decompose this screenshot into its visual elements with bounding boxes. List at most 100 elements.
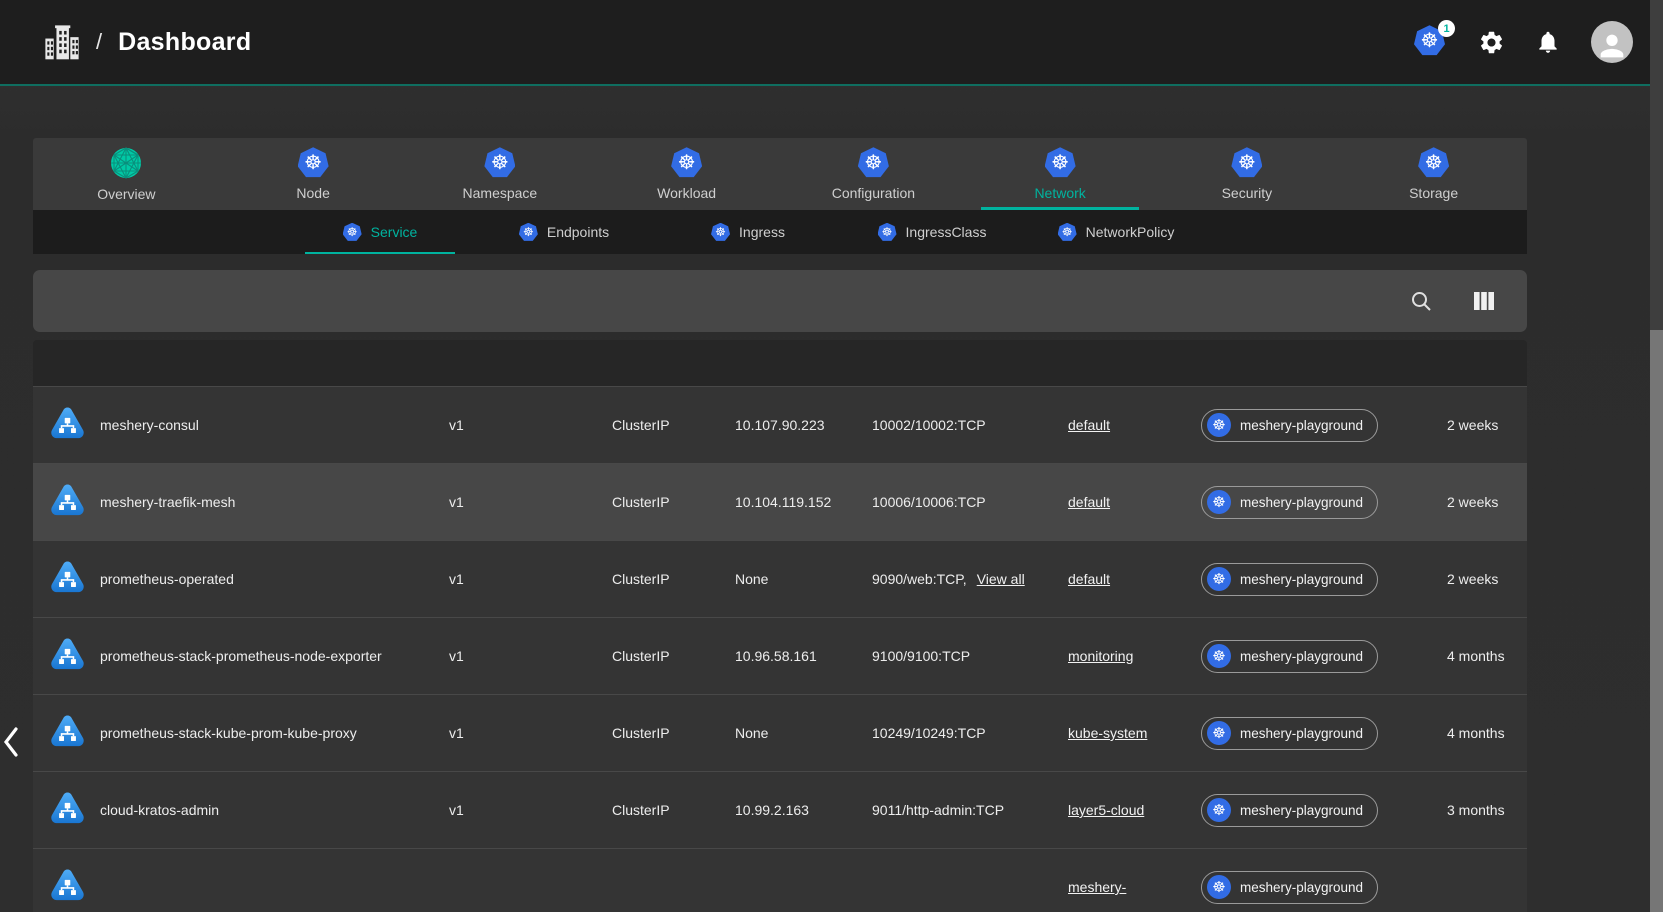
cluster-cell: ☸ meshery-playground bbox=[1185, 563, 1431, 596]
ports-cell: 9100/9100:TCP bbox=[856, 648, 1052, 664]
service-icon bbox=[49, 483, 86, 522]
bell-icon[interactable] bbox=[1535, 29, 1561, 55]
ports-cell: 10006/10006:TCP bbox=[856, 494, 1052, 510]
cluster-chip-label: meshery-playground bbox=[1240, 572, 1363, 587]
kubernetes-icon: ☸ bbox=[484, 147, 515, 178]
namespace-cell: layer5-cloud bbox=[1052, 802, 1185, 818]
resource-tab-security[interactable]: ☸ Security bbox=[1154, 138, 1341, 210]
resource-tab-namespace[interactable]: ☸ Namespace bbox=[407, 138, 594, 210]
organization-building-icon[interactable] bbox=[44, 23, 80, 61]
name-cell: meshery-traefik-mesh bbox=[33, 483, 433, 522]
cluster-chip-label: meshery-playground bbox=[1240, 495, 1363, 510]
resource-tab-network[interactable]: ☸ Network bbox=[967, 138, 1154, 210]
table-row[interactable]: cloud-kratos-admin v1 ClusterIP 10.99.2.… bbox=[33, 771, 1527, 848]
avatar[interactable] bbox=[1591, 21, 1633, 63]
ports-value: 10249/10249:TCP bbox=[872, 725, 986, 741]
network-subtab-service[interactable]: ☸ Service bbox=[288, 210, 472, 254]
cluster-ip-cell: 10.99.2.163 bbox=[719, 802, 856, 818]
namespace-link[interactable]: default bbox=[1068, 571, 1110, 587]
network-subtab-label: IngressClass bbox=[906, 224, 987, 240]
cluster-chip[interactable]: ☸ meshery-playground bbox=[1201, 871, 1378, 904]
name-cell: prometheus-stack-kube-prom-kube-proxy bbox=[33, 714, 433, 753]
resource-tabs-card: ☸ Overview ☸ Node bbox=[33, 138, 1527, 254]
resource-tab-overview[interactable]: ☸ Overview bbox=[33, 138, 220, 210]
namespace-link[interactable]: monitoring bbox=[1068, 648, 1133, 664]
scrollbar-thumb[interactable] bbox=[1650, 330, 1663, 912]
kubernetes-icon: ☸ bbox=[858, 147, 889, 178]
gear-icon[interactable] bbox=[1478, 29, 1505, 56]
cluster-cell: ☸ meshery-playground bbox=[1185, 486, 1431, 519]
meshery-overview-icon bbox=[110, 147, 142, 179]
chevron-left-icon[interactable] bbox=[3, 726, 20, 763]
ports-value: 10002/10002:TCP bbox=[872, 417, 986, 433]
app-bar: / Dashboard ☸ 1 bbox=[0, 0, 1663, 86]
network-subtab-networkpolicy[interactable]: ☸ NetworkPolicy bbox=[1024, 210, 1208, 254]
service-icon bbox=[49, 714, 86, 753]
kubernetes-icon: ☸ bbox=[671, 147, 702, 178]
cluster-ip-cell: 10.107.90.223 bbox=[719, 417, 856, 433]
age-cell: 2 weeks bbox=[1431, 494, 1527, 510]
page-title: Dashboard bbox=[118, 28, 251, 57]
cluster-chip[interactable]: ☸ meshery-playground bbox=[1201, 409, 1378, 442]
table-row[interactable]: meshery- ☸ meshery-playground bbox=[33, 848, 1527, 912]
namespace-link[interactable]: layer5-cloud bbox=[1068, 802, 1144, 818]
namespace-link[interactable]: default bbox=[1068, 494, 1110, 510]
service-icon bbox=[49, 560, 86, 599]
cluster-chip[interactable]: ☸ meshery-playground bbox=[1201, 486, 1378, 519]
namespace-cell: default bbox=[1052, 494, 1185, 510]
resource-tab-workload[interactable]: ☸ Workload bbox=[593, 138, 780, 210]
namespace-link[interactable]: meshery- bbox=[1068, 879, 1126, 895]
cluster-chip[interactable]: ☸ meshery-playground bbox=[1201, 563, 1378, 596]
network-subtab-label: Endpoints bbox=[547, 224, 609, 240]
resource-tab-label: Overview bbox=[97, 186, 155, 202]
resource-tab-node[interactable]: ☸ Node bbox=[220, 138, 407, 210]
resource-tab-storage[interactable]: ☸ Storage bbox=[1340, 138, 1527, 210]
table-row[interactable]: prometheus-operated v1 ClusterIP None 90… bbox=[33, 540, 1527, 617]
network-subtab-label: Service bbox=[371, 224, 418, 240]
table-row[interactable]: meshery-consul v1 ClusterIP 10.107.90.22… bbox=[33, 386, 1527, 463]
kubernetes-context-icon[interactable]: ☸ 1 bbox=[1414, 25, 1448, 59]
type-cell: ClusterIP bbox=[596, 648, 719, 664]
resource-tab-label: Network bbox=[1034, 185, 1085, 201]
table-row[interactable]: meshery-traefik-mesh v1 ClusterIP 10.104… bbox=[33, 463, 1527, 540]
cluster-chip[interactable]: ☸ meshery-playground bbox=[1201, 640, 1378, 673]
cluster-chip[interactable]: ☸ meshery-playground bbox=[1201, 717, 1378, 750]
type-cell: ClusterIP bbox=[596, 571, 719, 587]
network-subtab-ingressclass[interactable]: ☸ IngressClass bbox=[840, 210, 1024, 254]
kubernetes-icon: ☸ bbox=[1207, 490, 1231, 514]
kubernetes-icon: ☸ bbox=[878, 223, 897, 242]
kubernetes-icon: ☸ bbox=[1207, 567, 1231, 591]
vertical-scrollbar bbox=[1650, 0, 1663, 912]
resource-tab-label: Security bbox=[1222, 185, 1273, 201]
resource-tab-configuration[interactable]: ☸ Configuration bbox=[780, 138, 967, 210]
name-cell: meshery-consul bbox=[33, 406, 433, 445]
service-name: meshery-consul bbox=[100, 417, 199, 433]
service-name: prometheus-stack-prometheus-node-exporte… bbox=[100, 648, 382, 664]
cluster-ip-cell: 10.104.119.152 bbox=[719, 494, 856, 510]
table-toolbar bbox=[33, 270, 1527, 332]
age-cell: 2 weeks bbox=[1431, 571, 1527, 587]
table-row[interactable]: prometheus-stack-prometheus-node-exporte… bbox=[33, 617, 1527, 694]
kubernetes-icon: ☸ bbox=[1418, 147, 1449, 178]
network-subtab-ingress[interactable]: ☸ Ingress bbox=[656, 210, 840, 254]
cluster-chip[interactable]: ☸ meshery-playground bbox=[1201, 794, 1378, 827]
type-cell: ClusterIP bbox=[596, 802, 719, 818]
cluster-cell: ☸ meshery-playground bbox=[1185, 717, 1431, 750]
resource-tab-label: Configuration bbox=[832, 185, 915, 201]
kubernetes-icon: ☸ bbox=[1207, 875, 1231, 899]
ports-cell: 9090/web:TCP, View all bbox=[856, 571, 1052, 587]
ports-view-all-link[interactable]: View all bbox=[977, 571, 1025, 587]
search-icon[interactable] bbox=[1409, 289, 1433, 313]
view-columns-icon[interactable] bbox=[1473, 290, 1495, 312]
namespace-link[interactable]: default bbox=[1068, 417, 1110, 433]
kubernetes-icon: ☸ bbox=[298, 147, 329, 178]
namespace-link[interactable]: kube-system bbox=[1068, 725, 1147, 741]
kubernetes-icon: ☸ bbox=[1231, 147, 1262, 178]
network-subtab-endpoints[interactable]: ☸ Endpoints bbox=[472, 210, 656, 254]
table-row[interactable]: prometheus-stack-kube-prom-kube-proxy v1… bbox=[33, 694, 1527, 771]
api-version-cell: v1 bbox=[433, 725, 596, 741]
resource-tab-label: Workload bbox=[657, 185, 716, 201]
service-name: meshery-traefik-mesh bbox=[100, 494, 235, 510]
age-cell: 4 months bbox=[1431, 648, 1527, 664]
cluster-cell: ☸ meshery-playground bbox=[1185, 871, 1431, 904]
